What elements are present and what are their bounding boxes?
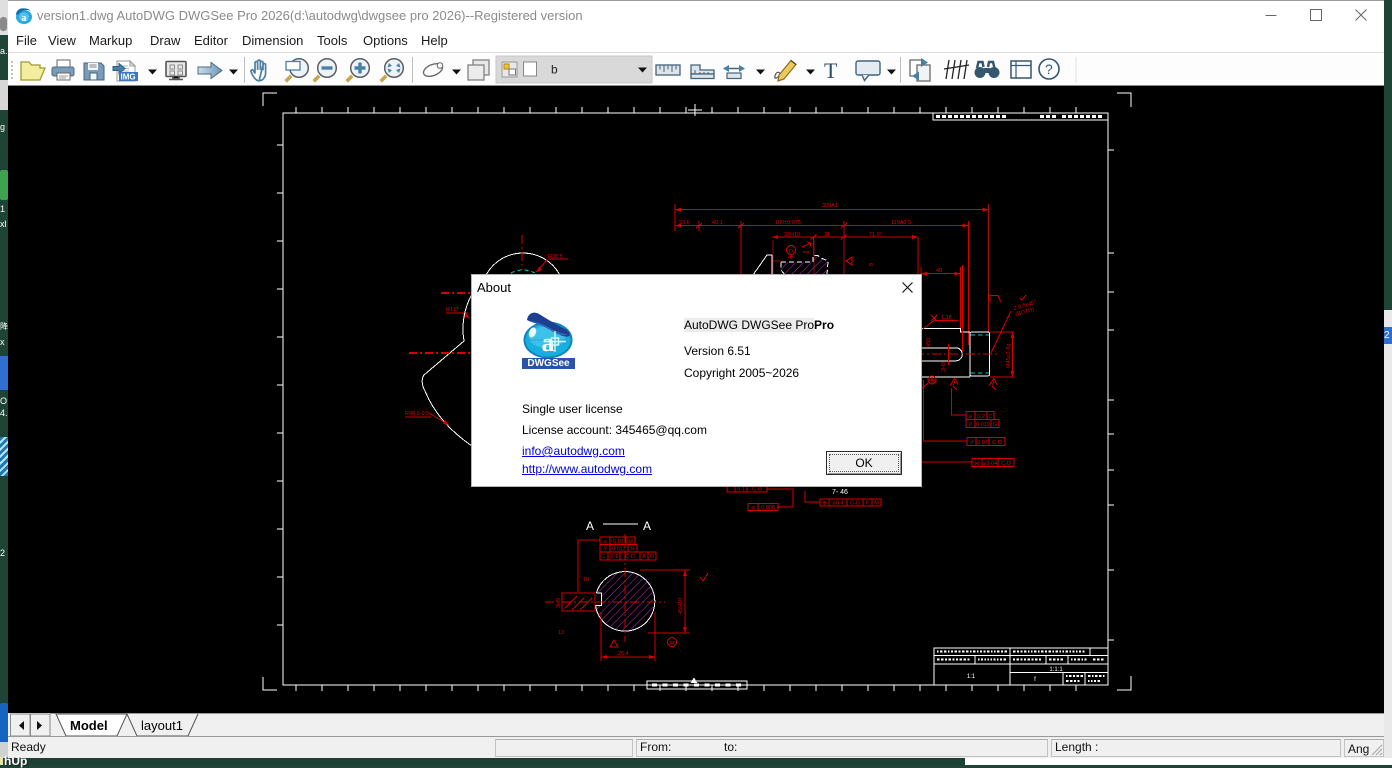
svg-text:b: b — [551, 63, 558, 77]
svg-text:⌀3-04: ⌀3-04 — [983, 461, 997, 467]
svg-text://: // — [969, 422, 973, 428]
svg-text:71.9°: 71.9° — [869, 232, 882, 238]
svg-text:C-D: C-D — [625, 554, 635, 560]
svg-text:R117: R117 — [446, 307, 459, 313]
svg-text:⌀0.4: ⌀0.4 — [833, 500, 844, 506]
svg-text:?: ? — [1045, 61, 1053, 77]
svg-text:a: a — [542, 328, 555, 357]
svg-text:Model: Model — [70, 718, 108, 733]
svg-text:31: 31 — [824, 232, 830, 238]
svg-text:0.019: 0.019 — [976, 422, 990, 428]
svg-text:0.1: 0.1 — [610, 554, 618, 560]
svg-text:3H9: 3H9 — [556, 598, 562, 608]
svg-text:C-D: C-D — [752, 486, 762, 492]
svg-text:⊥: ⊥ — [602, 553, 607, 560]
svg-text:10: 10 — [583, 577, 589, 583]
svg-text:A: A — [643, 519, 651, 533]
svg-text:309A1: 309A1 — [822, 203, 838, 209]
svg-text:26.4: 26.4 — [618, 651, 629, 657]
svg-text:0.03: 0.03 — [977, 440, 988, 446]
svg-text:C-D: C-D — [850, 500, 860, 506]
svg-text:23.6: 23.6 — [679, 220, 690, 226]
svg-text:2H9: 2H9 — [941, 362, 947, 372]
svg-text:T: T — [824, 58, 838, 83]
svg-text:↗: ↗ — [969, 440, 974, 446]
svg-text:A: A — [586, 519, 594, 533]
svg-text:13: 13 — [558, 630, 564, 636]
svg-text:O: O — [650, 554, 655, 560]
svg-text:R98.6-0.5: R98.6-0.5 — [405, 411, 429, 417]
svg-text:G: G — [993, 422, 997, 428]
svg-text:1:1: 1:1 — [967, 674, 976, 680]
svg-text:450: 450 — [926, 338, 932, 347]
svg-text:C-D: C-D — [992, 440, 1002, 446]
svg-text:N: N — [631, 547, 635, 553]
svg-text:0.008: 0.008 — [761, 505, 775, 511]
svg-text:M: M — [874, 500, 879, 506]
svg-text:a: a — [22, 13, 27, 24]
svg-text:M45x2-6g: M45x2-6g — [1006, 344, 1012, 368]
svg-text:⊕: ⊕ — [822, 500, 827, 506]
svg-text:M: M — [670, 641, 675, 647]
svg-text:0.012: 0.012 — [612, 547, 626, 553]
svg-text:40: 40 — [936, 268, 942, 274]
svg-text:8: 8 — [869, 263, 875, 266]
svg-text:7- 46: 7- 46 — [832, 489, 848, 496]
svg-text:A: A — [642, 554, 646, 560]
svg-text:119A0.5: 119A0.5 — [891, 220, 911, 226]
svg-text:f: f — [1034, 677, 1036, 683]
svg-text:38H10: 38H10 — [784, 232, 800, 238]
svg-text:0.1: 0.1 — [737, 486, 745, 492]
svg-text:40.1: 40.1 — [712, 220, 723, 226]
svg-text:⋈: ⋈ — [974, 461, 980, 467]
svg-text:C-D: C-D — [1001, 461, 1011, 467]
svg-text:layout1: layout1 — [141, 718, 183, 733]
svg-text://: // — [603, 547, 607, 553]
svg-text:IMG: IMG — [121, 73, 136, 82]
svg-text:45H10: 45H10 — [678, 598, 684, 614]
svg-text:100±0.075: 100±0.075 — [775, 220, 801, 226]
svg-text:1:1:1: 1:1:1 — [1049, 667, 1063, 673]
